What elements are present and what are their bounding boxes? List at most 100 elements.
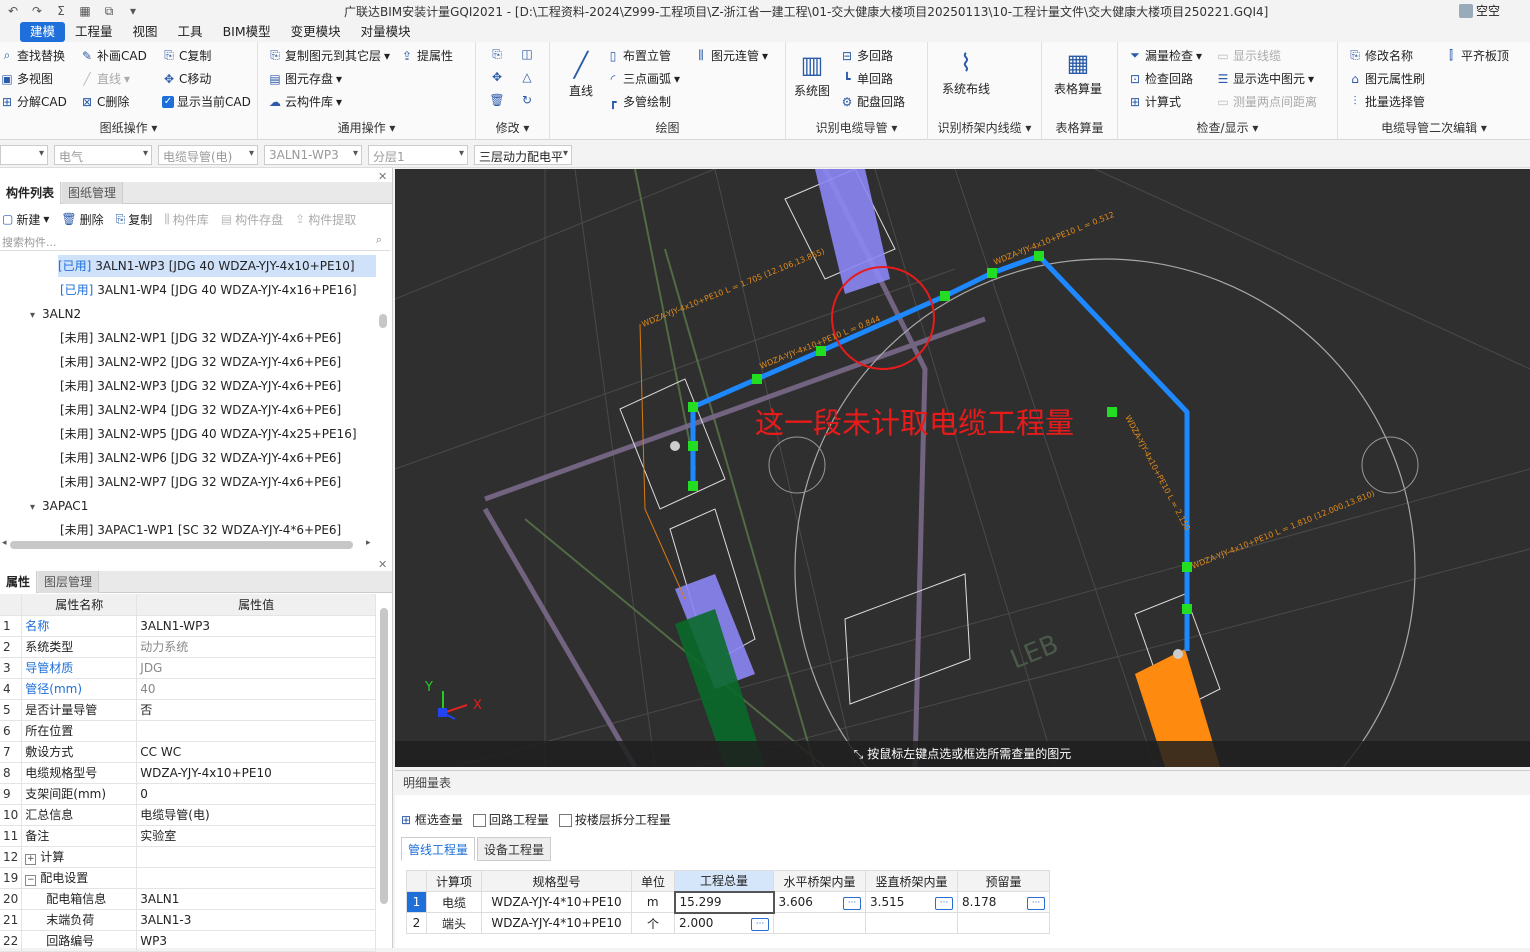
line-draw-button[interactable]: ╱ 直线 — [564, 48, 598, 99]
report-icon[interactable]: ⧉ — [100, 3, 118, 19]
floor-select[interactable] — [0, 145, 48, 165]
grip-handle[interactable] — [1173, 649, 1183, 659]
element-connect-pipe-button[interactable]: ⫼ 图元连管 ▾ — [694, 47, 768, 64]
property-row[interactable]: 4 管径(mm) 40 — [0, 678, 376, 700]
show-selected-button[interactable]: ☰ 显示选中图元 ▾ — [1216, 70, 1314, 87]
c-copy-button[interactable]: ⎘ C复制 — [162, 47, 211, 64]
modify-copy-button[interactable]: ⎘ — [490, 47, 504, 61]
table-calc-button[interactable]: ▦ 表格算量 — [1054, 46, 1102, 97]
group-label-check-display[interactable]: 检查/显示 ▾ — [1118, 119, 1337, 136]
patch-cad-button[interactable]: ✎ 补画CAD — [80, 47, 147, 64]
type-select[interactable]: 电缆导管(电) — [158, 145, 258, 165]
tree-item[interactable]: [已用] 3ALN1-WP3 [JDG 40 WDZA-YJY-4x10+PE1… — [58, 255, 376, 277]
tree-group-3apac1[interactable]: ▾ 3APAC1 — [30, 495, 88, 517]
rename-button[interactable]: ⎘ 修改名称 — [1348, 47, 1413, 64]
quick-access-dropdown-icon[interactable]: ▾ — [124, 3, 142, 19]
modify-rotate-button[interactable]: ↻ — [520, 93, 534, 107]
find-replace-button[interactable]: ⌕ 查找替换 — [0, 47, 65, 64]
layer-select[interactable]: 分层1 — [368, 145, 468, 165]
modify-flip-button[interactable]: △ — [520, 70, 534, 84]
menu-quantity[interactable]: 工程量 — [65, 22, 123, 42]
group-label-identify-tray[interactable]: 识别桥架内线缆 ▾ — [928, 119, 1041, 136]
group-label-identify-cable[interactable]: 识别电缆导管 ▾ — [786, 119, 927, 136]
ellipsis-button[interactable]: ··· — [751, 917, 769, 931]
panel-circuit-button[interactable]: ⚙ 配盘回路 — [840, 93, 905, 110]
cloud-library-button[interactable]: ☁ 云构件库 ▾ — [268, 93, 342, 110]
split-by-floor-checkbox[interactable]: 按楼层拆分工程量 — [558, 811, 671, 828]
close-icon[interactable]: ✕ — [378, 558, 387, 571]
tree-vertical-scrollbar[interactable] — [379, 314, 387, 328]
tree-group-3aln2[interactable]: ▾ 3ALN2 — [30, 303, 81, 325]
component-library-button[interactable]: ⫼ 构件库 — [164, 211, 209, 228]
table-row[interactable]: 2 端头 WDZA-YJY-4*10+PE10 个 2.000 ··· — [406, 912, 1050, 934]
tab-drawing-manage[interactable]: 图纸管理 — [62, 182, 124, 204]
measure-distance-button[interactable]: ▭ 测量两点间距离 — [1216, 93, 1317, 110]
menu-reconcile-module[interactable]: 对量模块 — [351, 22, 421, 42]
ellipsis-button[interactable]: ··· — [843, 896, 861, 910]
property-brush-button[interactable]: ⌂ 图元属性刷 — [1348, 70, 1425, 87]
tree-horizontal-scrollbar[interactable] — [10, 541, 353, 549]
sum-icon[interactable]: Σ — [52, 3, 70, 19]
menu-bim-model[interactable]: BIM模型 — [213, 22, 281, 42]
property-vertical-scrollbar[interactable] — [380, 608, 388, 904]
explode-cad-button[interactable]: ⊞ 分解CAD — [0, 93, 67, 110]
property-row[interactable]: 6 所在位置 — [0, 720, 376, 742]
redo-icon[interactable]: ↷ — [28, 3, 46, 19]
component-save-button[interactable]: ▤ 构件存盘 — [221, 211, 283, 228]
component-select[interactable]: 3ALN1-WP3 — [264, 145, 362, 165]
box-select-button[interactable]: ⊞ 框选查量 — [401, 811, 463, 828]
property-row[interactable]: 5 是否计量导管否 — [0, 699, 376, 721]
system-diagram-button[interactable]: ▥ 系统图 — [794, 48, 830, 99]
circuit-quantity-checkbox[interactable]: 回路工程量 — [472, 811, 549, 828]
copy-component-button[interactable]: ⎘ 复制 — [116, 211, 153, 228]
calc-icon[interactable]: ▦ — [76, 3, 94, 19]
property-row[interactable]: 11 备注 实验室 — [0, 825, 376, 847]
ellipsis-button[interactable]: ··· — [1027, 896, 1045, 910]
multi-circuit-button[interactable]: ⊟ 多回路 — [840, 47, 893, 64]
group-label-common-ops[interactable]: 通用操作 ▾ — [258, 119, 475, 136]
menu-change-module[interactable]: 变更模块 — [281, 22, 351, 42]
table-row[interactable]: 1 电缆 WDZA-YJY-4*10+PE10 m 15.299 3.606 ··… — [406, 890, 1050, 914]
property-row[interactable]: 20 配电箱信息 3ALN1 — [0, 888, 376, 910]
show-cable-button[interactable]: ▭ 显示线缆 — [1216, 47, 1281, 64]
property-row[interactable]: 9 支架间距(mm) 0 — [0, 783, 376, 805]
property-row[interactable]: 21 末端负荷 3ALN1-3 — [0, 909, 376, 931]
group-label-modify[interactable]: 修改 ▾ — [476, 119, 549, 136]
user-account[interactable]: 空空 — [1458, 2, 1500, 19]
close-icon[interactable]: ✕ — [378, 170, 387, 183]
cad-viewport[interactable]: WDZA-YJY-4x10+PE10 L = 1.705 (12.106,13.… — [395, 169, 1530, 767]
multi-view-button[interactable]: ▣ 多视图 — [0, 70, 53, 87]
property-row[interactable]: 8 电缆规格型号 WDZA-YJY-4x10+PE10 — [0, 762, 376, 784]
group-label-cable-edit[interactable]: 电缆导管二次编辑 ▾ — [1338, 119, 1530, 136]
collapse-icon[interactable]: − — [25, 875, 37, 886]
tree-item[interactable]: [已用] 3ALN1-WP4 [JDG 40 WDZA-YJY-4x16+PE1… — [60, 279, 357, 301]
property-row[interactable]: 1 名称 3ALN1-WP3 — [0, 615, 376, 637]
tree-item[interactable]: [未用] 3ALN2-WP6 [JDG 32 WDZA-YJY-4x6+PE6] — [60, 447, 341, 469]
property-row[interactable]: 2 系统类型 动力系统 — [0, 636, 376, 658]
menu-view[interactable]: 视图 — [123, 22, 168, 42]
component-search-input[interactable]: 搜索构件... ⌕ — [0, 231, 390, 251]
tree-item[interactable]: [未用] 3ALN2-WP3 [JDG 32 WDZA-YJY-4x6+PE6] — [60, 375, 341, 397]
tab-pipe-quantity[interactable]: 管线工程量 — [401, 837, 476, 861]
formula-button[interactable]: ⊞ 计算式 — [1128, 93, 1181, 110]
tab-component-list[interactable]: 构件列表 — [0, 182, 62, 204]
ellipsis-button[interactable]: ··· — [935, 896, 953, 910]
tree-item[interactable]: [未用] 3ALN2-WP7 [JDG 32 WDZA-YJY-4x6+PE6] — [60, 471, 341, 493]
tree-item[interactable]: [未用] 3ALN2-WP1 [JDG 32 WDZA-YJY-4x6+PE6] — [60, 327, 341, 349]
delete-component-button[interactable]: 🗑 删除 — [61, 211, 103, 228]
tab-layer-manage[interactable]: 图层管理 — [38, 571, 100, 593]
three-point-arc-button[interactable]: ◜ 三点画弧 ▾ — [606, 70, 680, 87]
extract-property-button[interactable]: ⇪ 提属性 — [400, 47, 453, 64]
modify-mirror-button[interactable]: ◫ — [520, 47, 534, 61]
property-row[interactable]: 12 + 计算 — [0, 846, 376, 868]
tab-equipment-quantity[interactable]: 设备工程量 — [477, 837, 552, 861]
modify-delete-button[interactable]: 🗑 — [489, 93, 504, 107]
tree-item[interactable]: [未用] 3ALN2-WP5 [JDG 40 WDZA-YJY-4x25+PE1… — [60, 423, 357, 445]
tree-item[interactable]: [未用] 3ALN2-WP2 [JDG 32 WDZA-YJY-4x6+PE6] — [60, 351, 341, 373]
single-circuit-button[interactable]: ┗ 单回路 — [840, 70, 893, 87]
multi-pipe-draw-button[interactable]: ┏ 多管绘制 — [606, 93, 671, 110]
property-row[interactable]: 7 敷设方式 CC WC — [0, 741, 376, 763]
drawing-select[interactable]: 三层动力配电平 — [474, 145, 572, 165]
model-canvas[interactable]: WDZA-YJY-4x10+PE10 L = 1.705 (12.106,13.… — [395, 169, 1530, 767]
place-riser-button[interactable]: ▯ 布置立管 — [606, 47, 671, 64]
